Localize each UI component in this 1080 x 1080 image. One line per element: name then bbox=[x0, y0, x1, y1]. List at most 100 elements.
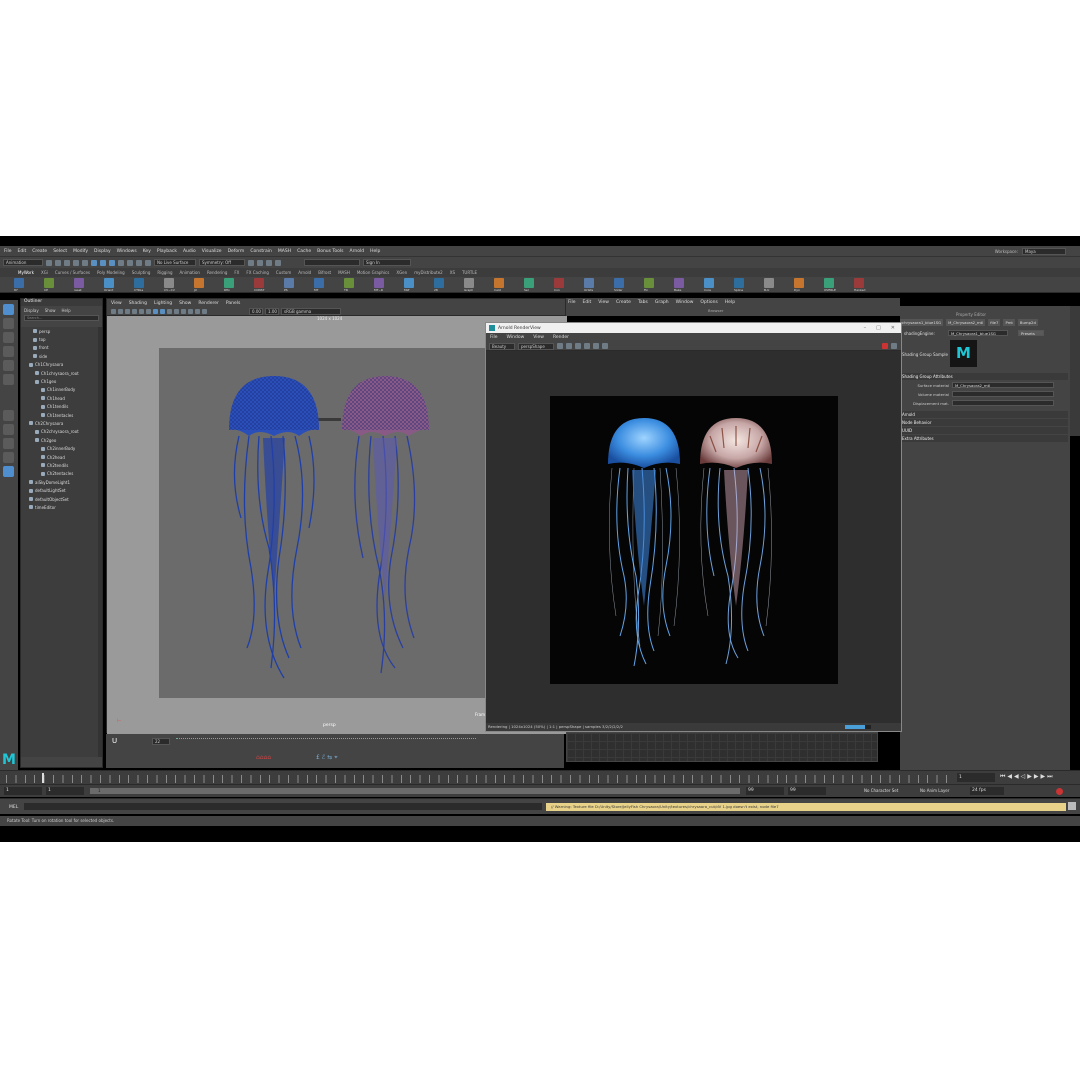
shelf-button-icon[interactable] bbox=[254, 278, 264, 288]
shelf-tab-xgi[interactable]: XGi bbox=[41, 270, 48, 275]
uuid-section[interactable]: UUID bbox=[900, 427, 1068, 434]
undo-icon[interactable] bbox=[73, 259, 79, 266]
menu-audio[interactable]: Audio bbox=[183, 249, 196, 254]
outliner-item[interactable]: front bbox=[21, 344, 99, 352]
current-frame-field[interactable]: 1 bbox=[957, 773, 995, 782]
lasso-tool-icon[interactable] bbox=[3, 318, 14, 329]
crop-region-icon[interactable] bbox=[584, 343, 590, 349]
outliner-item[interactable]: Ch1innerBody bbox=[21, 386, 99, 394]
shelf-tab-poly-modeling[interactable]: Poly Modeling bbox=[97, 270, 125, 275]
refresh-icon[interactable] bbox=[575, 343, 581, 349]
extra-attributes-section[interactable]: Extra Attributes bbox=[900, 435, 1068, 442]
outliner-item[interactable]: top bbox=[21, 335, 99, 343]
menu-constrain[interactable]: Constrain bbox=[250, 249, 272, 254]
shelf-button-icon[interactable] bbox=[194, 278, 204, 288]
renderview-menu-render[interactable]: Render bbox=[553, 335, 569, 340]
shading-group-section[interactable]: Shading Group Attributes bbox=[900, 373, 1068, 380]
sign-in-dropdown[interactable]: Sign In bbox=[363, 259, 411, 266]
xray-icon[interactable] bbox=[195, 308, 200, 314]
shelf-button-icon[interactable] bbox=[764, 278, 774, 288]
shelf-tab-rigging[interactable]: Rigging bbox=[157, 270, 172, 275]
shelf-button-icon[interactable] bbox=[854, 278, 864, 288]
command-input[interactable] bbox=[24, 803, 542, 810]
viewport-menu-view[interactable]: View bbox=[111, 301, 122, 306]
shelf-button-icon[interactable] bbox=[284, 278, 294, 288]
viewport-menu-shading[interactable]: Shading bbox=[129, 301, 147, 306]
hypershade-icon[interactable] bbox=[275, 259, 281, 266]
viewport-menu-panels[interactable]: Panels bbox=[226, 301, 240, 306]
menu-bonus-tools[interactable]: Bonus Tools bbox=[317, 249, 343, 254]
select-component-icon[interactable] bbox=[109, 259, 115, 266]
red-channel-icon[interactable] bbox=[882, 343, 888, 349]
side-tabs-bar[interactable] bbox=[1070, 306, 1080, 436]
menu-select[interactable]: Select bbox=[53, 249, 67, 254]
outliner-menu-show[interactable]: Show bbox=[45, 308, 56, 313]
exposure-field[interactable]: 0.00 bbox=[249, 307, 263, 315]
shelf-tab-animation[interactable]: Animation bbox=[180, 270, 200, 275]
shelf-tab-bifrost[interactable]: Bifrost bbox=[318, 270, 331, 275]
shelf-tab-custom[interactable]: Custom bbox=[276, 270, 291, 275]
shelf-button-icon[interactable] bbox=[44, 278, 54, 288]
outliner-item[interactable]: defaultObjectSet bbox=[21, 495, 99, 503]
time-slider[interactable]: 1 ⏮◀◀◁▶▶▶⏭ bbox=[0, 770, 1080, 784]
shelf-button-icon[interactable] bbox=[224, 278, 234, 288]
live-surface-field[interactable]: No Live Surface bbox=[154, 259, 196, 266]
ipr-render-icon[interactable] bbox=[257, 259, 263, 266]
shelf-button-icon[interactable] bbox=[14, 278, 24, 288]
viewport-menu-lighting[interactable]: Lighting bbox=[154, 301, 172, 306]
outliner-item[interactable]: Ch2head bbox=[21, 453, 99, 461]
colorspace-dropdown[interactable]: sRGB gamma bbox=[281, 307, 341, 315]
shelf-button-icon[interactable] bbox=[134, 278, 144, 288]
shelf-button-icon[interactable] bbox=[164, 278, 174, 288]
snap-surface-icon[interactable] bbox=[145, 259, 151, 266]
open-scene-icon[interactable] bbox=[55, 259, 61, 266]
menu-display[interactable]: Display bbox=[94, 249, 111, 254]
outliner-search-input[interactable]: Search... bbox=[24, 315, 99, 321]
persp-outliner-layout-icon[interactable] bbox=[3, 452, 14, 463]
shelf-tab-turtle[interactable]: TURTLE bbox=[462, 270, 477, 275]
select-object-icon[interactable] bbox=[100, 259, 106, 266]
bookmark-icon[interactable] bbox=[118, 308, 123, 314]
hypershade-menu-help[interactable]: Help bbox=[725, 300, 735, 305]
menu-file[interactable]: File bbox=[4, 249, 12, 254]
playback-controls[interactable]: ⏮◀◀◁▶▶▶⏭ bbox=[1000, 773, 1055, 781]
surface-material-field[interactable]: M_Chrysaora2_mtl bbox=[952, 382, 1054, 388]
shelf-button-icon[interactable] bbox=[494, 278, 504, 288]
shelf-button-icon[interactable] bbox=[464, 278, 474, 288]
outliner-item[interactable]: aiSkyDomeLight1 bbox=[21, 478, 99, 486]
shelf-tab-mydistribute2[interactable]: myDistribute2 bbox=[414, 270, 443, 275]
attribute-tab[interactable]: M_Chrysaora2_mtl bbox=[946, 318, 986, 326]
minimize-icon[interactable]: – bbox=[864, 325, 867, 331]
hypershade-menu-edit[interactable]: Edit bbox=[583, 300, 592, 305]
outliner-menu-help[interactable]: Help bbox=[62, 308, 71, 313]
outliner-item[interactable]: timeEditor bbox=[21, 503, 99, 511]
outliner-item[interactable]: Ch2tentacles bbox=[21, 470, 99, 478]
menu-modify[interactable]: Modify bbox=[73, 249, 88, 254]
single-view-layout-icon[interactable] bbox=[3, 410, 14, 421]
attribute-tab[interactable]: Pmt bbox=[1003, 318, 1015, 326]
shelf-button-icon[interactable] bbox=[674, 278, 684, 288]
outliner-item[interactable]: Ch2geo bbox=[21, 436, 99, 444]
menu-mash[interactable]: MASH bbox=[278, 249, 291, 254]
shelf-button-icon[interactable] bbox=[344, 278, 354, 288]
shelf-button-icon[interactable] bbox=[584, 278, 594, 288]
ambient-occlusion-icon[interactable] bbox=[188, 308, 193, 314]
shelf-button-icon[interactable] bbox=[404, 278, 414, 288]
menu-deform[interactable]: Deform bbox=[228, 249, 245, 254]
attribute-tab[interactable]: chrysaora1_blue1SG bbox=[900, 318, 944, 326]
shelf-tab-curves-surfaces[interactable]: Curves / Surfaces bbox=[55, 270, 90, 275]
renderview-menu-window[interactable]: Window bbox=[507, 335, 525, 340]
magnet-icon[interactable]: U bbox=[112, 737, 117, 745]
displacement-material-field[interactable] bbox=[952, 400, 1054, 406]
shelf-button-icon[interactable] bbox=[434, 278, 444, 288]
hypershade-menu-view[interactable]: View bbox=[598, 300, 609, 305]
scale-tool-icon[interactable] bbox=[3, 374, 14, 385]
shelf-button-icon[interactable] bbox=[314, 278, 324, 288]
four-view-layout-icon[interactable] bbox=[3, 424, 14, 435]
shelf-tab-xs[interactable]: XS bbox=[450, 270, 455, 275]
playback-end-field[interactable]: 99 bbox=[746, 787, 784, 795]
display-settings-icon[interactable] bbox=[602, 343, 608, 349]
presets-button[interactable]: Presets bbox=[1018, 330, 1044, 336]
menu-help[interactable]: Help bbox=[370, 249, 380, 254]
save-scene-icon[interactable] bbox=[64, 259, 70, 266]
